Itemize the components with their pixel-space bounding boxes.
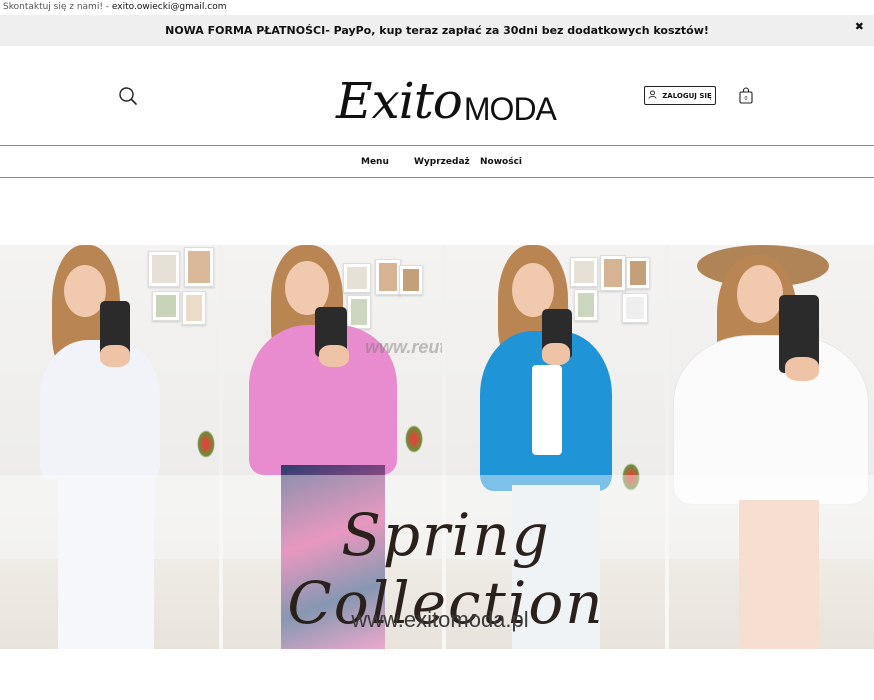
promo-banner: NOWA FORMA PŁATNOŚCI- PayPo, kup teraz z… [0,15,874,46]
promo-text: NOWA FORMA PŁATNOŚCI- PayPo, kup teraz z… [165,24,709,37]
search-icon[interactable] [118,86,138,106]
hero-banner[interactable]: www.reutopia.pl Spring Collection www.ex… [0,245,874,649]
contact-bar: Skontaktuj się z nami! - exito.owiecki@g… [0,0,874,15]
svg-text:0: 0 [744,96,747,102]
nav-item-sale[interactable]: Wyprzedaż [414,146,470,178]
hero-site-url: www.exitomoda.pl [351,607,529,632]
main-nav: Menu Wyprzedaż Nowości [0,146,874,178]
user-icon [648,90,657,101]
contact-label: Skontaktuj się z nami! - [3,2,112,12]
logo-script: Exito [336,72,463,130]
login-label: ZALOGUJ SIĘ [662,91,712,100]
nav-item-menu[interactable]: Menu [361,146,389,178]
site-logo[interactable]: Exito MODA [336,63,557,130]
login-button[interactable]: ZALOGUJ SIĘ [644,86,716,105]
close-promo-button[interactable]: ✖ [855,20,864,33]
hero-watermark: www.reutopia.pl [365,337,442,357]
contact-email-link[interactable]: exito.owiecki@gmail.com [112,2,227,12]
logo-caps: MODA [463,91,557,127]
site-header: Exito MODA ZALOGUJ SIĘ 0 [0,46,874,146]
shopping-bag-icon[interactable]: 0 [739,87,753,104]
nav-item-new[interactable]: Nowości [480,146,522,178]
